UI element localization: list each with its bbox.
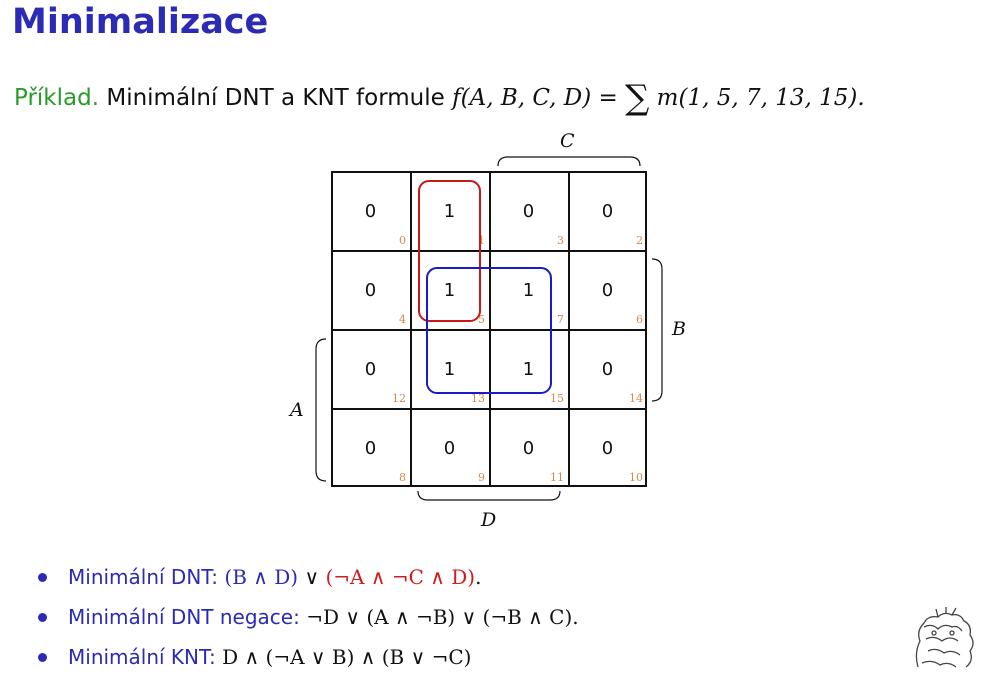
label-a: A [290, 399, 304, 421]
kmap-cell-value: 0 [601, 201, 614, 222]
sum-symbol: ∑ [625, 78, 650, 118]
kmap-cell-value: 0 [601, 280, 614, 301]
kmap-cell-value: 0 [364, 438, 377, 459]
formula-rhs: m(1, 5, 7, 13, 15). [656, 85, 865, 111]
bullet-dot [38, 573, 47, 582]
kmap-hline [331, 485, 647, 487]
kmap-cell-index: 15 [550, 392, 564, 405]
kmap-cell-value: 0 [364, 359, 377, 380]
kmap-cell-index: 10 [629, 471, 643, 484]
kmap-cell-value: 0 [364, 280, 377, 301]
kmap-cell-index: 2 [636, 234, 643, 247]
kmap-cell: 00 [331, 171, 410, 250]
label-b: B [672, 318, 686, 340]
kmap-cell: 0 11 [489, 408, 568, 487]
kmap-cell: 0 14 [568, 329, 647, 408]
brace-c [497, 156, 641, 167]
kmap-cell-index: 8 [399, 471, 406, 484]
kmap-cell-value: 0 [601, 359, 614, 380]
formula-lhs: f(A, B, C, D) = [452, 85, 618, 111]
kmap-cell: 0 10 [568, 408, 647, 487]
kmap-cell: 04 [331, 250, 410, 329]
example-text: Minimální DNT a KNT formule [106, 85, 445, 111]
brace-d [417, 490, 561, 501]
ctu-lion-logo-icon [915, 607, 974, 668]
kmap-cell-value: 0 [364, 201, 377, 222]
bullet-dot [38, 613, 47, 622]
kmap-cell: 08 [331, 408, 410, 487]
bullet-label: Minimální DNT: [68, 565, 219, 589]
karnaugh-map: 0 0 1 1 0 3 0 2 0 4 1 5 1 7 0 6 0 12 1 13 1 15 0 14 0 8 0 9 0 11 0 10 [331, 171, 647, 487]
kmap-cell-index: 3 [557, 234, 564, 247]
kmap-cell: 0 12 [331, 329, 410, 408]
knt-formula: D ∧ (¬A ∨ B) ∧ (B ∨ ¬C) [222, 645, 472, 669]
kmap-cell: 02 [568, 171, 647, 250]
dnt-end: . [475, 565, 482, 589]
kmap-cell-value: 0 [443, 438, 456, 459]
example-line: Příklad. Minimální DNT a KNT formule f(A… [14, 74, 865, 118]
kmap-cell: 03 [489, 171, 568, 250]
bullet-dot [38, 653, 47, 662]
kmap-cell-index: 6 [636, 313, 643, 326]
label-d: D [481, 509, 497, 531]
kmap-cell-index: 7 [557, 313, 564, 326]
dnt-term-1: (B ∧ D) [224, 565, 299, 589]
kmap-cell-index: 0 [399, 234, 406, 247]
label-c: C [560, 130, 575, 152]
brace-b [651, 258, 663, 402]
brace-a [315, 338, 327, 482]
kmap-cell-index: 12 [392, 392, 406, 405]
kmap-cell-value: 0 [522, 201, 535, 222]
kmap-vline [645, 171, 647, 487]
kmap-cell-index: 9 [478, 471, 485, 484]
kmap-cell: 06 [568, 250, 647, 329]
kmap-cell-index: 11 [550, 471, 564, 484]
dnt-negation-formula: ¬D ∨ (A ∧ ¬B) ∨ (¬B ∧ C). [306, 605, 579, 629]
page-title: Minimalizace [12, 2, 269, 42]
example-lead: Příklad. [14, 85, 100, 111]
kmap-cell: 09 [410, 408, 489, 487]
kmap-vline [568, 171, 570, 487]
kmap-hline [331, 408, 647, 410]
dnt-or: ∨ [298, 565, 326, 589]
kmap-cell-value: 0 [601, 438, 614, 459]
bullet-label: Minimální DNT negace: [68, 605, 300, 629]
bullet-label: Minimální KNT: [68, 645, 216, 669]
blue-loop [426, 267, 552, 394]
kmap-cell-index: 4 [399, 313, 406, 326]
kmap-cell-value: 0 [522, 438, 535, 459]
dnt-term-2: (¬A ∧ ¬C ∧ D) [325, 565, 476, 589]
kmap-cell-index: 14 [629, 392, 643, 405]
